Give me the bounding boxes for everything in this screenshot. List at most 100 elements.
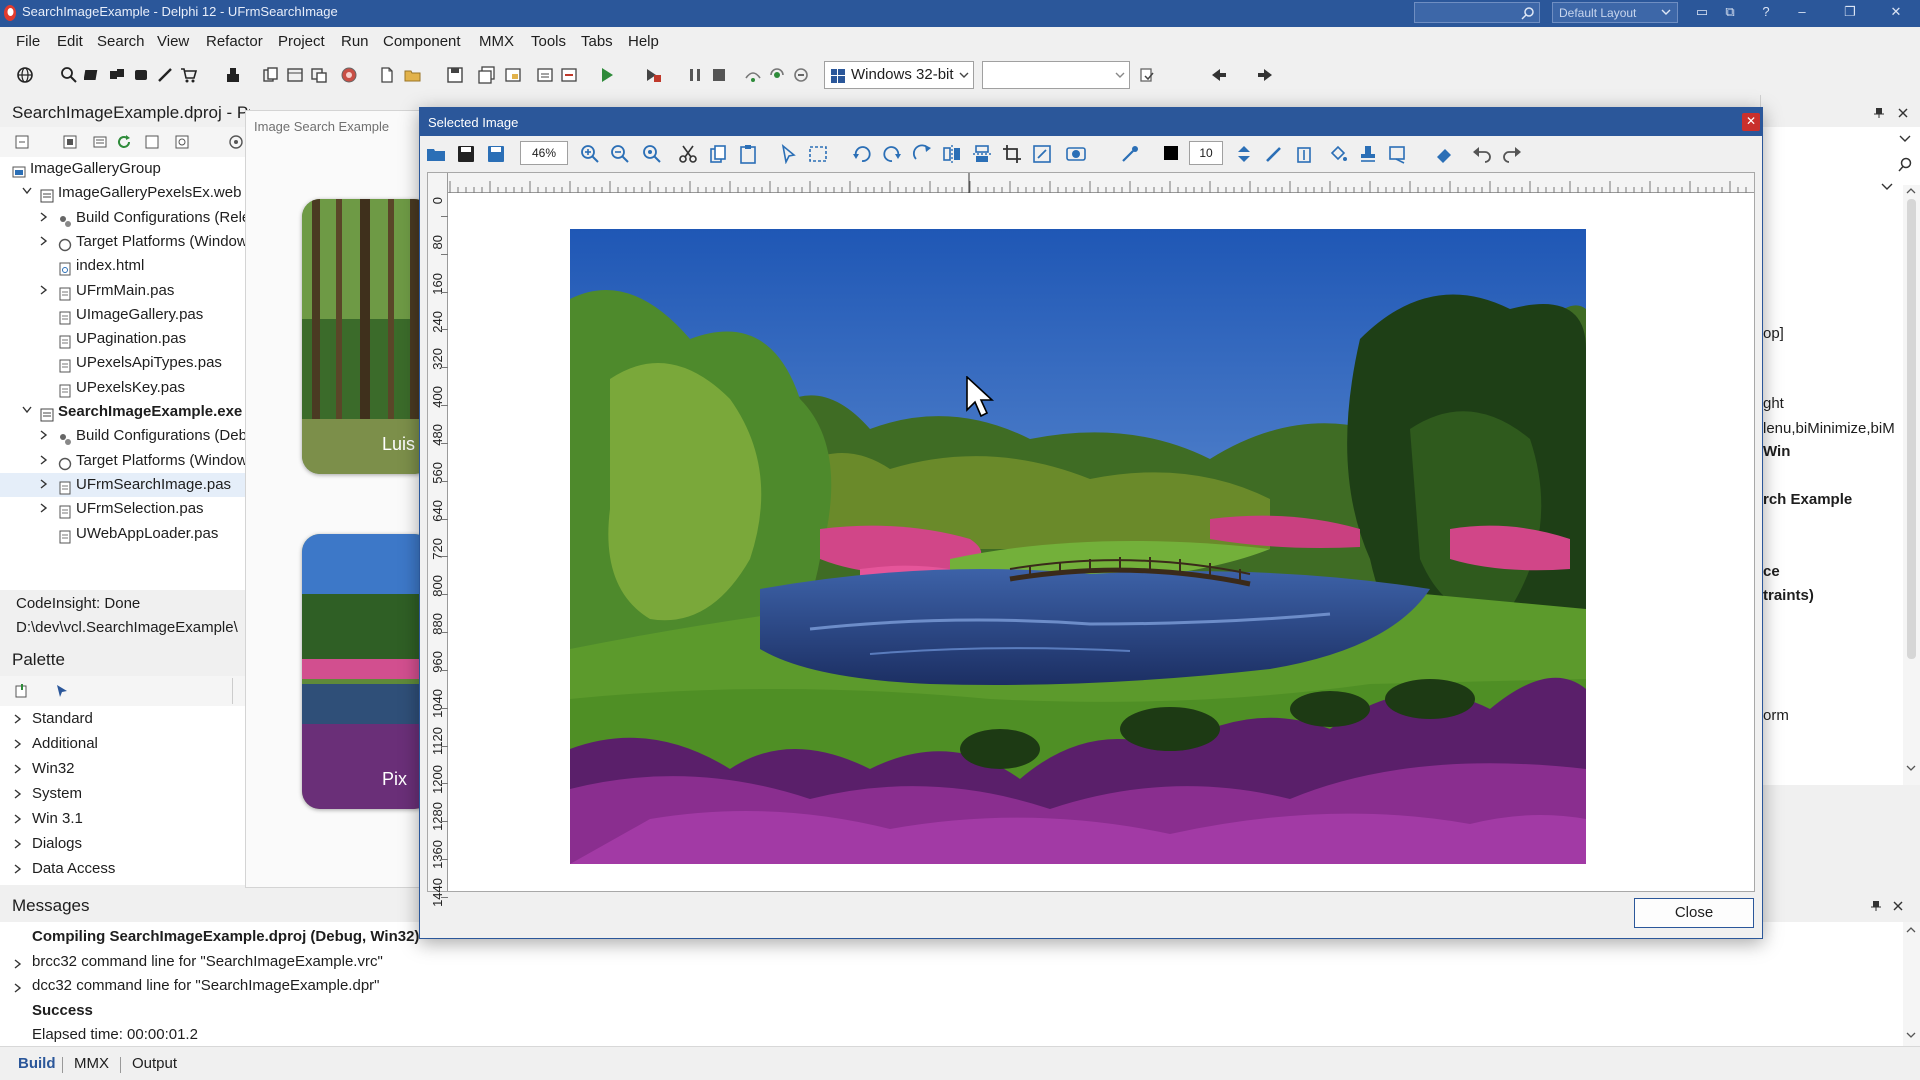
sync-icon[interactable] xyxy=(174,134,190,150)
cart-icon[interactable] xyxy=(180,66,198,84)
build-config-combo[interactable] xyxy=(982,61,1130,89)
text-tool-icon[interactable] xyxy=(1294,144,1314,164)
project-tree-item[interactable]: ImageGalleryPexelsEx.web xyxy=(0,181,250,205)
save-all-icon[interactable] xyxy=(478,66,496,84)
new-item-icon[interactable] xyxy=(14,134,30,150)
palette-group[interactable]: Data Access xyxy=(0,856,250,881)
collapsed-chevron-icon[interactable] xyxy=(40,284,48,295)
minimize-icon[interactable]: – xyxy=(1792,4,1812,22)
project-tree-item[interactable]: Build Configurations (Debug) xyxy=(0,424,269,448)
chevron-up-icon[interactable] xyxy=(1906,187,1916,194)
zoom-out-icon[interactable] xyxy=(610,144,630,164)
deploy-target-icon[interactable] xyxy=(1138,66,1156,84)
collapsed-chevron-icon[interactable] xyxy=(40,212,48,222)
menu-view[interactable]: View xyxy=(157,33,189,50)
menu-search[interactable]: Search xyxy=(97,33,145,50)
menu-edit[interactable]: Edit xyxy=(57,33,83,50)
crop-icon[interactable] xyxy=(1002,144,1022,164)
build-icon[interactable] xyxy=(62,134,78,150)
menu-run[interactable]: Run xyxy=(341,33,369,50)
free-rotate-icon[interactable] xyxy=(912,144,932,164)
collapsed-chevron-icon[interactable] xyxy=(14,983,22,993)
project-tree-item[interactable]: Target Platforms (Windows 32-bit) xyxy=(0,230,302,254)
target-icon[interactable] xyxy=(228,134,244,150)
ide-search-box[interactable] xyxy=(1414,2,1540,23)
chevron-up-icon[interactable] xyxy=(1906,926,1916,933)
vertical-scrollbar[interactable] xyxy=(1903,185,1920,785)
database-icon[interactable] xyxy=(132,66,150,84)
copy-icon[interactable] xyxy=(708,144,728,164)
flip-vertical-icon[interactable] xyxy=(972,144,992,164)
collapsed-chevron-icon[interactable] xyxy=(14,739,22,749)
project-tree-item[interactable]: UFrmSearchImage.pas xyxy=(0,472,250,497)
remove-from-project-icon[interactable] xyxy=(560,66,578,84)
help-icon[interactable]: ? xyxy=(1756,4,1776,22)
paste-icon[interactable] xyxy=(738,144,758,164)
chevron-down-icon[interactable] xyxy=(1881,183,1893,191)
project-tree-item[interactable]: UPagination.pas xyxy=(0,327,250,351)
zoom-level-field[interactable]: 46% xyxy=(520,141,568,165)
project-tree-item[interactable]: UPexelsApiTypes.pas xyxy=(0,351,250,375)
tab-mmx[interactable]: MMX xyxy=(74,1055,109,1072)
menu-tools[interactable]: Tools xyxy=(531,33,566,50)
collapsed-chevron-icon[interactable] xyxy=(40,430,48,440)
project-tree-item[interactable]: index.html xyxy=(0,254,250,278)
message-row[interactable]: brcc32 command line for "SearchImageExam… xyxy=(32,953,383,970)
project-tree-item[interactable]: UWebAppLoader.pas xyxy=(0,522,250,546)
new-file-icon[interactable] xyxy=(378,66,396,84)
collapsed-chevron-icon[interactable] xyxy=(40,479,48,489)
project-tree-item[interactable]: UImageGallery.pas xyxy=(0,303,250,327)
fill-bucket-icon[interactable] xyxy=(1328,144,1348,164)
palette-group[interactable]: Data Controls xyxy=(0,881,250,885)
deploy-icon[interactable] xyxy=(224,66,242,84)
collapsed-chevron-icon[interactable] xyxy=(40,455,48,465)
project-tree-item[interactable]: UFrmSelection.pas xyxy=(0,497,250,521)
collapsed-chevron-icon[interactable] xyxy=(40,236,48,246)
trace-into-icon[interactable] xyxy=(768,66,786,84)
color-swatch[interactable] xyxy=(1164,146,1178,160)
collapsed-chevron-icon[interactable] xyxy=(14,789,22,799)
pointer-icon[interactable] xyxy=(54,683,70,699)
menu-tabs[interactable]: Tabs xyxy=(581,33,613,50)
desktop-icon[interactable]: ▭ xyxy=(1692,4,1712,22)
collapsed-chevron-icon[interactable] xyxy=(40,503,48,513)
vertical-scrollbar[interactable] xyxy=(1903,922,1920,1046)
search-icon[interactable] xyxy=(1897,157,1913,173)
chevron-down-icon[interactable] xyxy=(1906,765,1916,772)
zoom-in-icon[interactable] xyxy=(580,144,600,164)
save-icon[interactable] xyxy=(446,66,464,84)
forest-thumbnail[interactable]: Luis xyxy=(302,199,432,474)
chevron-down-icon[interactable] xyxy=(1906,1032,1916,1039)
collapsed-chevron-icon[interactable] xyxy=(14,864,22,874)
menu-help[interactable]: Help xyxy=(628,33,659,50)
stop-icon[interactable] xyxy=(710,66,728,84)
collapsed-chevron-icon[interactable] xyxy=(14,958,22,969)
run-icon[interactable] xyxy=(598,66,616,84)
effects-icon[interactable] xyxy=(1066,144,1086,164)
collapsed-chevron-icon[interactable] xyxy=(14,839,22,849)
palette-group[interactable]: Additional xyxy=(0,731,250,756)
tab-build[interactable]: Build xyxy=(18,1055,56,1072)
package-icon[interactable] xyxy=(108,66,126,84)
navigate-back-icon[interactable] xyxy=(1210,66,1228,84)
collapsed-chevron-icon[interactable] xyxy=(14,814,22,824)
pin-icon[interactable] xyxy=(1873,107,1885,119)
restore-icon[interactable]: ❐ xyxy=(1840,4,1860,22)
menu-file[interactable]: File xyxy=(16,33,40,50)
pen-icon[interactable] xyxy=(156,66,174,84)
pencil-icon[interactable] xyxy=(1264,144,1284,164)
pin-icon[interactable] xyxy=(1870,900,1882,912)
toggle-form-icon[interactable] xyxy=(310,66,328,84)
components-icon[interactable] xyxy=(84,66,102,84)
tab-output[interactable]: Output xyxy=(132,1055,177,1072)
garden-thumbnail[interactable]: Pix xyxy=(302,534,432,809)
navigate-forward-icon[interactable] xyxy=(1256,66,1274,84)
save-as-icon[interactable] xyxy=(486,144,506,164)
globe-icon[interactable] xyxy=(16,66,34,84)
close-icon[interactable] xyxy=(1897,107,1909,119)
menu-component[interactable]: Component xyxy=(383,33,461,50)
menu-project[interactable]: Project xyxy=(278,33,325,50)
palette-group[interactable]: Standard xyxy=(0,706,250,731)
project-tree-item[interactable]: ImageGalleryGroup xyxy=(0,157,250,181)
close-icon[interactable] xyxy=(1892,900,1904,912)
